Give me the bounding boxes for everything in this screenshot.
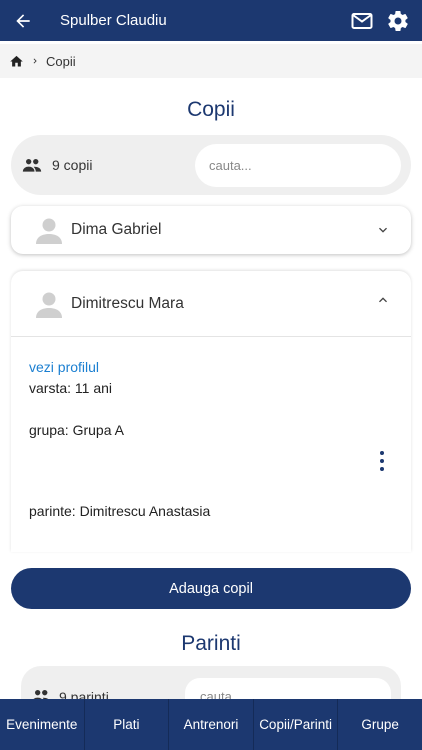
tab-evenimente[interactable]: Evenimente [0, 699, 85, 750]
child-card[interactable]: Dima Gabriel [11, 206, 411, 254]
chevron-up-icon[interactable] [375, 292, 391, 308]
home-icon[interactable] [9, 54, 24, 69]
gear-icon [388, 10, 408, 31]
child-age: varsta: 11 ani [29, 380, 113, 396]
page-title: Copii [187, 98, 235, 121]
child-name: Dimitrescu Mara [71, 294, 184, 312]
breadcrumb: Copii [0, 44, 422, 78]
mail-icon [351, 12, 373, 29]
tab-antrenori[interactable]: Antrenori [169, 699, 254, 750]
mail-button[interactable] [344, 0, 380, 41]
tab-grupe[interactable]: Grupe [338, 699, 422, 750]
breadcrumb-current: Copii [46, 53, 76, 69]
child-group: grupa: Grupa A [29, 422, 124, 438]
child-card-expanded: Dimitrescu Mara vezi profilul varsta: 11… [11, 271, 411, 552]
header-title: Spulber Claudiu [60, 12, 167, 29]
chevron-down-icon[interactable] [375, 222, 391, 238]
view-profile-link[interactable]: vezi profilul [29, 359, 99, 375]
tab-copii-parinti[interactable]: Copii/Parinti [254, 699, 339, 750]
add-child-button[interactable]: Adauga copil [11, 568, 411, 609]
child-parent: parinte: Dimitrescu Anastasia [29, 503, 211, 519]
arrow-left-icon [16, 13, 30, 28]
child-card-header[interactable]: Dimitrescu Mara [11, 271, 411, 337]
bottom-tab-bar: Evenimente Plati Antrenori Copii/Parinti… [0, 699, 422, 750]
child-name: Dima Gabriel [71, 221, 162, 238]
back-button[interactable] [0, 0, 46, 41]
children-count-bar: 9 copii [11, 135, 411, 195]
chevron-right-icon [30, 56, 40, 66]
child-card-header[interactable]: Dima Gabriel [11, 206, 411, 254]
app-header: Spulber Claudiu [0, 0, 422, 41]
avatar-icon [36, 292, 62, 318]
settings-button[interactable] [380, 0, 416, 41]
search-children-input[interactable] [195, 144, 401, 187]
avatar-icon [36, 218, 62, 244]
more-options-icon[interactable] [379, 451, 385, 471]
parents-section-title: Parinti [181, 632, 241, 655]
people-icon [22, 157, 42, 173]
tab-plati[interactable]: Plati [85, 699, 170, 750]
children-count: 9 copii [52, 157, 93, 173]
